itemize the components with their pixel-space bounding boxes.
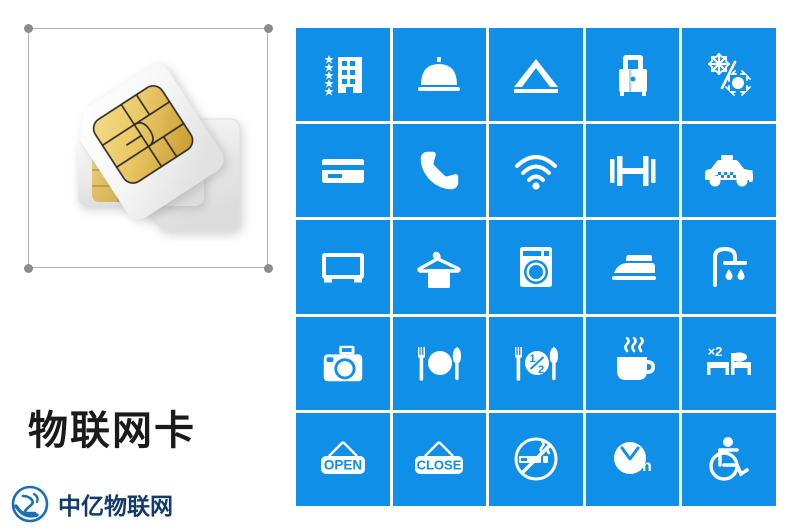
selection-handle-top-left[interactable] xyxy=(23,23,33,33)
selection-edge-left xyxy=(28,28,29,268)
tile-open-sign[interactable]: OPEN xyxy=(296,412,390,506)
24h-label: 24h xyxy=(624,458,652,475)
shower-icon xyxy=(713,246,748,287)
tile-room-service[interactable] xyxy=(392,28,487,122)
sim-card-photo[interactable] xyxy=(34,34,262,262)
tile-air-conditioning[interactable] xyxy=(682,28,776,122)
watermark: 中亿物联网 xyxy=(10,484,173,524)
close-sign-icon: CLOSE xyxy=(415,441,464,475)
tile-double-bed[interactable]: ×2 xyxy=(682,316,776,410)
selection-edge-bottom xyxy=(28,267,268,268)
restaurant-cutlery-icon xyxy=(418,347,462,381)
tile-hotel-stars[interactable] xyxy=(296,28,390,122)
tile-clothes-hanger[interactable] xyxy=(392,220,487,314)
selection-handle-bottom-right[interactable] xyxy=(263,263,273,273)
tile-television[interactable] xyxy=(296,220,390,314)
close-sign-label: CLOSE xyxy=(417,458,462,473)
clothes-hanger-icon xyxy=(417,251,462,288)
tile-camping-tent[interactable] xyxy=(489,28,583,122)
tile-coffee[interactable] xyxy=(585,316,680,410)
camping-tent-icon xyxy=(513,58,558,93)
tile-restaurant[interactable] xyxy=(392,316,487,410)
luggage-suitcase-icon xyxy=(618,54,647,96)
open-sign-icon: OPEN xyxy=(320,441,365,475)
svg-text:2: 2 xyxy=(538,364,544,376)
watermark-text: 中亿物联网 xyxy=(58,494,173,520)
selection-handle-bottom-left[interactable] xyxy=(23,263,33,273)
page-title: 物联网卡 xyxy=(28,408,196,454)
zhongyi-circular-logo-icon xyxy=(11,485,49,523)
tile-shower[interactable] xyxy=(682,220,776,314)
television-icon xyxy=(321,252,364,283)
room-service-bell-icon xyxy=(418,56,461,91)
svg-text:1: 1 xyxy=(529,353,535,365)
open-sign-label: OPEN xyxy=(324,458,362,473)
tile-no-smoking[interactable] xyxy=(489,412,583,506)
tile-luggage[interactable] xyxy=(585,28,680,122)
tile-half-board[interactable]: 1 2 xyxy=(489,316,583,410)
selection-edge-right xyxy=(267,28,268,268)
tile-wifi[interactable] xyxy=(489,124,583,218)
coffee-cup-icon xyxy=(616,337,655,381)
wifi-icon xyxy=(514,154,557,190)
tile-credit-card[interactable] xyxy=(296,124,390,218)
screenshot-root: 物联网卡 中亿物联网 1 2 ×2 OPEN CLOSE 24h xyxy=(0,0,800,532)
tile-wheelchair[interactable] xyxy=(682,412,776,506)
half-board-icon: 1 2 xyxy=(514,347,558,381)
no-smoking-icon xyxy=(514,437,558,481)
tile-24h[interactable]: 24h xyxy=(585,412,680,506)
selection-edge-top xyxy=(28,28,268,29)
tile-taxi[interactable] xyxy=(682,124,776,218)
taxi-car-icon xyxy=(705,154,754,187)
product-image-panel: 物联网卡 中亿物联网 xyxy=(0,0,290,532)
tile-close-sign[interactable]: CLOSE xyxy=(392,412,487,506)
tile-washing-machine[interactable] xyxy=(489,220,583,314)
tile-iron[interactable] xyxy=(585,220,680,314)
photo-camera-icon xyxy=(323,345,363,382)
credit-card-icon xyxy=(321,158,364,183)
double-bed-icon: ×2 xyxy=(707,344,752,376)
tile-telephone[interactable] xyxy=(392,124,487,218)
washing-machine-icon xyxy=(519,246,552,287)
selection-handle-top-right[interactable] xyxy=(263,23,273,33)
clothes-iron-icon xyxy=(611,254,656,280)
24-hour-clock-icon: 24h xyxy=(613,442,652,475)
hotel-star-rating-icon xyxy=(324,54,362,96)
air-conditioning-icon xyxy=(708,52,752,96)
amenity-icon-grid: 1 2 ×2 OPEN CLOSE 24h xyxy=(296,28,776,506)
telephone-handset-icon xyxy=(421,151,459,190)
tile-gym[interactable] xyxy=(585,124,680,218)
svg-text:×2: ×2 xyxy=(708,344,723,359)
wheelchair-accessible-icon xyxy=(709,437,749,482)
tile-camera[interactable] xyxy=(296,316,390,410)
dumbbell-gym-icon xyxy=(609,155,656,186)
